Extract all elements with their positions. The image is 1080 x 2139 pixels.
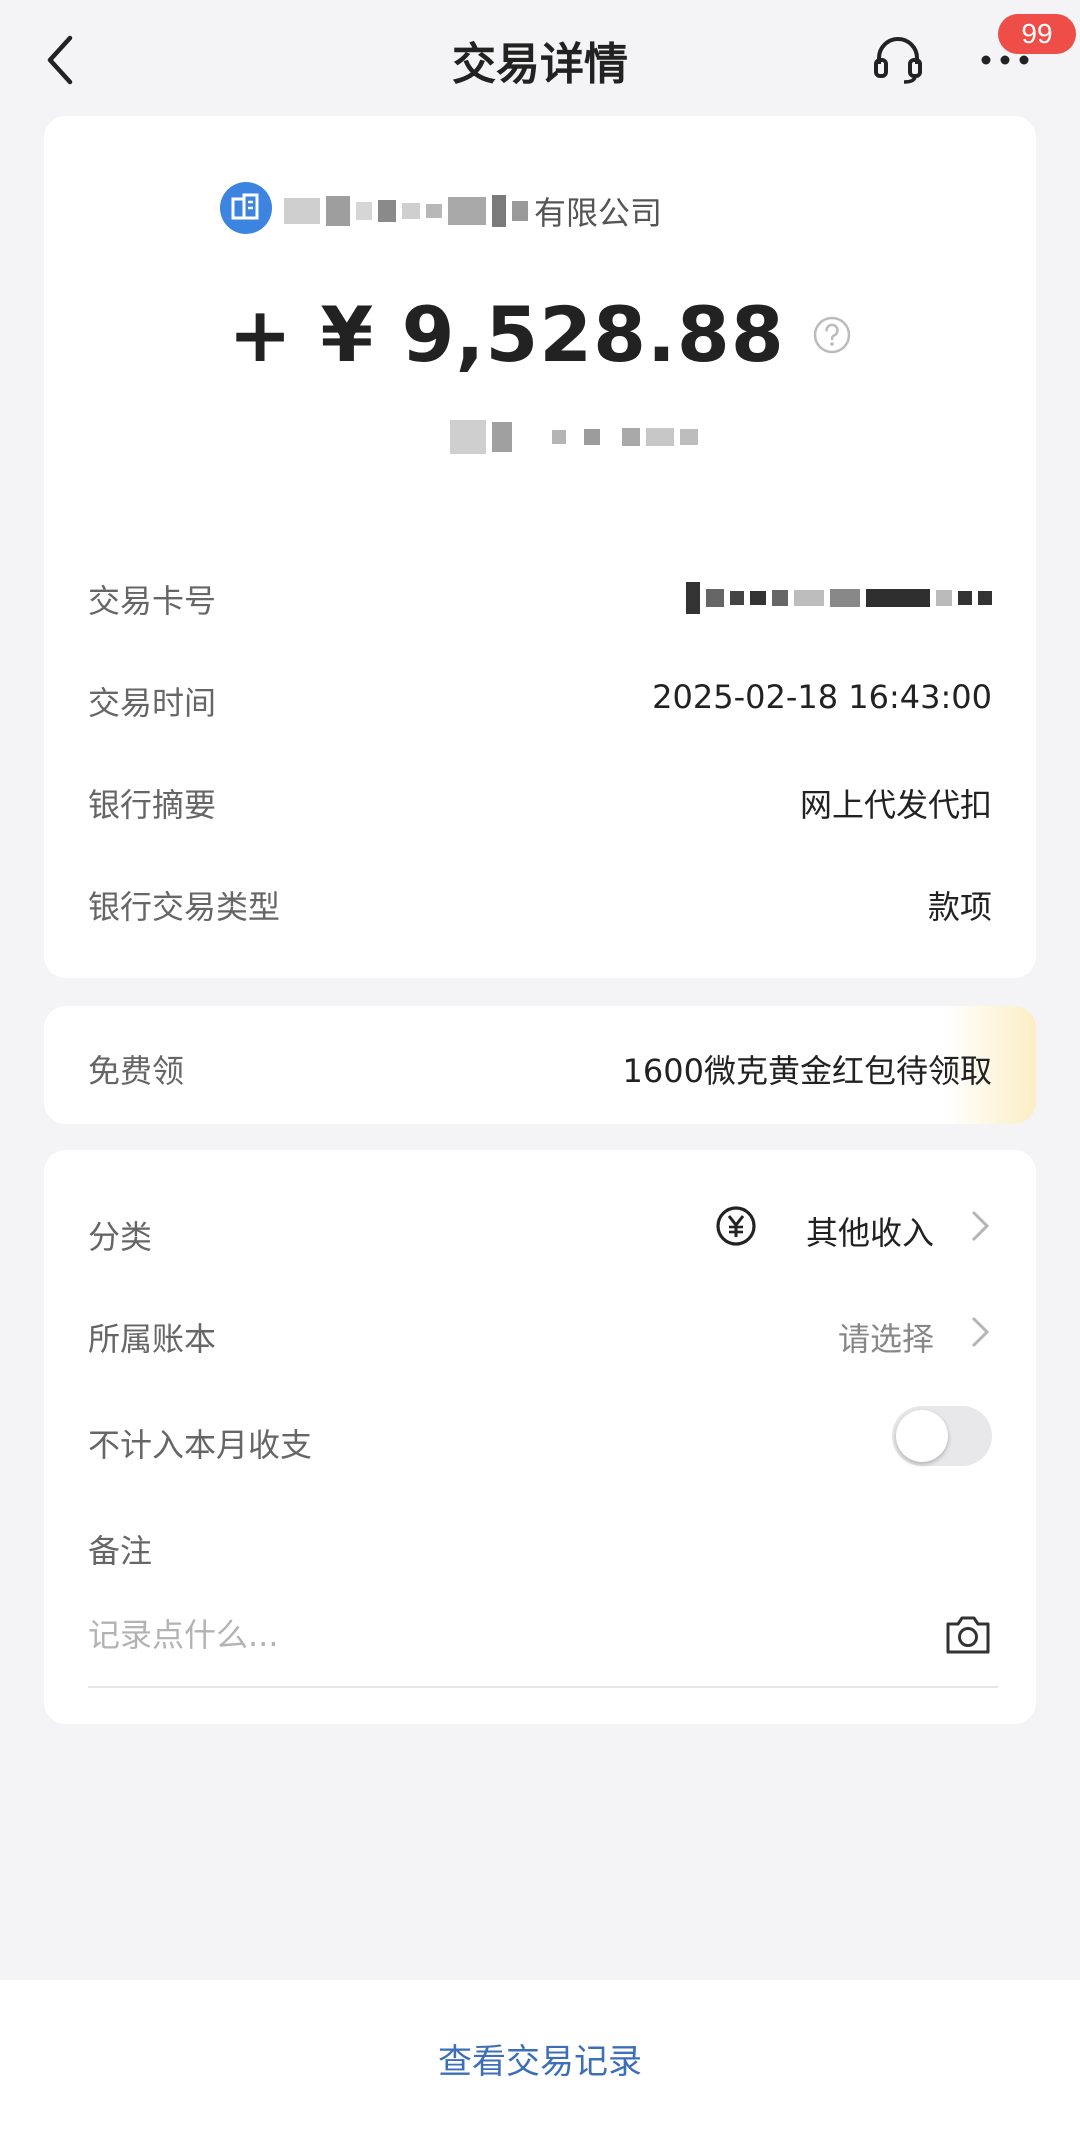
camera-icon: [946, 1616, 990, 1654]
redacted-block: [680, 429, 698, 445]
building-icon: [220, 182, 272, 234]
redacted-block: [958, 591, 972, 605]
redacted-block: [426, 204, 442, 218]
category-value: 其他收入: [805, 1214, 934, 1252]
note-input[interactable]: [88, 1610, 888, 1660]
note-divider: [88, 1686, 998, 1688]
chevron-right-icon: [968, 1206, 992, 1246]
redacted-block: [450, 420, 486, 454]
redacted-block: [706, 589, 724, 607]
redacted-block: [492, 195, 506, 227]
promo-row[interactable]: 免费领 1600微克黄金红包待领取: [88, 1038, 992, 1094]
ledger-value: 请选择: [837, 1320, 934, 1358]
merchant-info: 有限公司: [0, 182, 1080, 238]
redacted-block: [448, 197, 486, 225]
category-row[interactable]: 分类 其他收入: [88, 1200, 992, 1256]
note-label-row: 备注: [88, 1518, 992, 1574]
redacted-block: [794, 590, 824, 606]
detail-row-bank-summary: 银行摘要 网上代发代扣: [88, 772, 992, 828]
redacted-block: [584, 429, 600, 445]
merchant-name: 有限公司: [284, 188, 662, 234]
exclude-row: 不计入本月收支: [88, 1406, 992, 1468]
redacted-card-number: [686, 582, 992, 614]
redacted-block: [402, 203, 420, 219]
redacted-block: [492, 422, 512, 452]
note-label: 备注: [88, 1532, 153, 1570]
chevron-right-icon: [968, 1312, 992, 1352]
detail-value: 款项: [927, 888, 992, 926]
amount-row: + ¥ 9,528.88: [0, 290, 1080, 380]
redacted-block: [512, 201, 528, 221]
detail-label: 交易卡号: [88, 582, 217, 620]
ledger-row[interactable]: 所属账本 请选择: [88, 1306, 992, 1362]
exclude-label: 不计入本月收支: [88, 1426, 313, 1464]
promo-label: 免费领: [88, 1052, 185, 1090]
question-icon[interactable]: [812, 315, 852, 355]
redacted-block: [378, 200, 396, 222]
redacted-block: [772, 590, 788, 606]
redacted-block: [284, 198, 320, 224]
back-arrow-icon: [47, 35, 73, 85]
headset-icon: [874, 37, 922, 84]
detail-row-time: 交易时间 2025-02-18 16:43:00: [88, 670, 992, 726]
redacted-block: [830, 589, 860, 607]
detail-label: 银行交易类型: [88, 888, 281, 926]
redacted-block: [552, 430, 566, 444]
toggle-knob: [896, 1410, 948, 1462]
detail-label: 交易时间: [88, 684, 217, 722]
transaction-amount: + ¥ 9,528.88: [228, 290, 785, 379]
detail-label: 银行摘要: [88, 786, 217, 824]
detail-row-bank-type: 银行交易类型 款项: [88, 874, 992, 930]
camera-button[interactable]: [944, 1612, 992, 1656]
redacted-block: [356, 202, 372, 220]
customer-service-button[interactable]: [870, 30, 926, 86]
redacted-block: [750, 591, 766, 605]
promo-value: 1600微克黄金红包待领取: [622, 1052, 992, 1090]
redacted-subtitle: [450, 420, 704, 456]
notification-badge: 99: [998, 14, 1076, 54]
detail-value: 网上代发代扣: [799, 786, 992, 824]
detail-value: 2025-02-18 16:43:00: [652, 678, 992, 716]
detail-row-card-number: 交易卡号: [88, 568, 992, 624]
redacted-block: [326, 196, 350, 226]
redacted-block: [730, 591, 744, 605]
redacted-block: [686, 582, 700, 614]
ledger-label: 所属账本: [88, 1320, 217, 1358]
back-button[interactable]: [40, 30, 84, 90]
category-label: 分类: [88, 1218, 153, 1256]
redacted-block: [646, 428, 674, 446]
yuan-circle-icon: [714, 1204, 758, 1248]
transaction-card: [44, 116, 1036, 978]
redacted-block: [978, 591, 992, 605]
redacted-block: [866, 589, 930, 607]
redacted-block: [936, 590, 952, 606]
redacted-block: [622, 428, 640, 446]
exclude-toggle[interactable]: [892, 1406, 992, 1466]
merchant-name-suffix: 有限公司: [534, 194, 663, 232]
view-history-link[interactable]: 查看交易记录: [0, 2034, 1080, 2083]
bottom-bar: 查看交易记录: [0, 1980, 1080, 2139]
nav-bar: 交易详情 99: [0, 0, 1080, 118]
